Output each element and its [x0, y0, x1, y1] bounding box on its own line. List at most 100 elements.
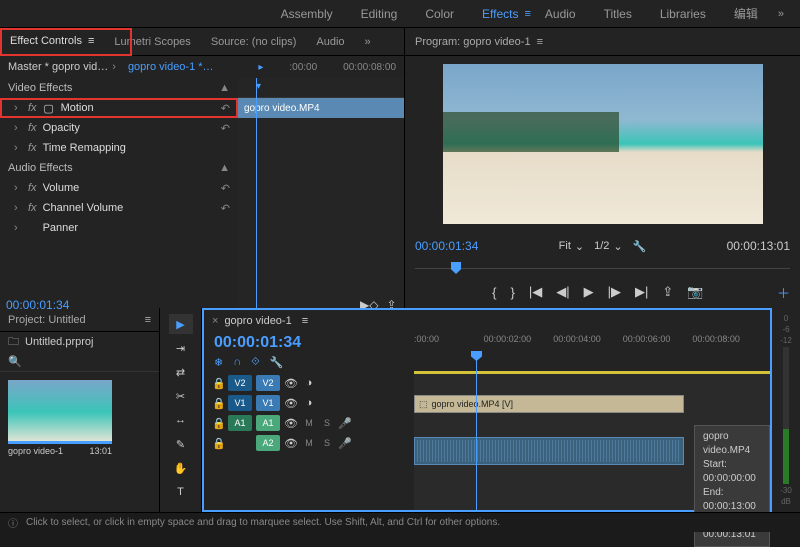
eye-icon[interactable]: 👁 — [284, 397, 298, 410]
go-next-icon[interactable]: ▶| — [635, 284, 648, 300]
step-fwd-icon[interactable]: |▶ — [608, 284, 621, 300]
fx-badge-icon[interactable]: fx — [28, 122, 37, 134]
tab-audio[interactable]: Audio — [306, 28, 354, 56]
project-item[interactable]: gopro video-1 13:01 — [8, 380, 112, 456]
chevron-right-icon[interactable]: › — [14, 102, 22, 114]
ws-assembly[interactable]: Assembly — [267, 7, 347, 21]
solo-button[interactable]: S — [320, 418, 334, 428]
hand-tool-icon[interactable]: ✋ — [169, 458, 193, 478]
fx-badge-icon[interactable]: fx — [28, 102, 37, 114]
menu-icon[interactable]: ≡ — [145, 314, 151, 326]
ws-titles[interactable]: Titles — [590, 7, 646, 21]
mute-icon[interactable]: 👁 — [284, 437, 298, 450]
ws-color[interactable]: Color — [411, 7, 468, 21]
record-icon[interactable]: 🎤 — [338, 417, 352, 430]
timeline-timecode[interactable]: 00:00:01:34 — [214, 334, 301, 352]
lock-icon[interactable]: 🔒 — [212, 397, 224, 410]
ws-libraries[interactable]: Libraries — [646, 7, 720, 21]
visibility-icon[interactable]: ◑ — [302, 397, 316, 409]
program-tab[interactable]: Program: gopro video-1 — [415, 36, 531, 48]
work-area-bar[interactable] — [414, 371, 770, 374]
track-target-v2[interactable]: V2 — [256, 375, 280, 391]
tab-effect-controls[interactable]: Effect Controls ≡ — [0, 28, 104, 56]
playhead-icon[interactable] — [451, 262, 461, 274]
effect-opacity[interactable]: › fx Opacity ↶ — [0, 118, 238, 138]
tab-lumetri-scopes[interactable]: Lumetri Scopes — [104, 28, 200, 56]
mute-icon[interactable]: 👁 — [284, 417, 298, 430]
effect-time-remapping[interactable]: › fx Time Remapping — [0, 138, 238, 158]
effect-panner[interactable]: › fx Panner — [0, 218, 238, 238]
close-icon[interactable]: × — [212, 315, 218, 327]
visibility-icon[interactable]: ◑ — [302, 377, 316, 389]
ws-editing-cn[interactable]: 编辑 — [720, 5, 772, 22]
play-icon[interactable]: ▸ — [258, 62, 263, 73]
search-icon[interactable]: 🔍 — [8, 355, 22, 368]
eye-icon[interactable]: 👁 — [284, 377, 298, 390]
effect-channel-volume[interactable]: › fx Channel Volume ↶ — [0, 198, 238, 218]
solo-button[interactable]: S — [320, 438, 334, 448]
ws-editing[interactable]: Editing — [347, 7, 412, 21]
program-timecode[interactable]: 00:00:01:34 — [415, 239, 478, 253]
effect-volume[interactable]: › fx Volume ↶ — [0, 178, 238, 198]
reset-icon[interactable]: ↶ — [221, 122, 230, 135]
track-select-tool-icon[interactable]: ⇥ — [169, 338, 193, 358]
resolution-dropdown[interactable]: 1/2⌄ — [594, 240, 623, 253]
playhead-head-icon[interactable]: ▾ — [256, 81, 261, 92]
track-v2[interactable]: V2 — [228, 375, 252, 391]
sequence-clip-link[interactable]: gopro video-1 *… — [128, 61, 214, 73]
program-scrubber[interactable] — [415, 260, 790, 276]
mute-button[interactable]: M — [302, 418, 316, 428]
fx-badge-icon[interactable]: fx — [28, 202, 37, 214]
fx-badge-icon[interactable]: fx — [28, 142, 37, 154]
mark-in-icon[interactable]: { — [492, 285, 496, 300]
project-tab[interactable]: Project: Untitled — [8, 314, 86, 326]
play-icon[interactable]: ▶ — [584, 284, 594, 300]
overflow-icon[interactable]: » — [355, 28, 381, 56]
playhead[interactable] — [256, 78, 257, 308]
step-back-icon[interactable]: ◀| — [556, 284, 569, 300]
lift-icon[interactable]: ⇪ — [662, 284, 673, 300]
menu-icon[interactable]: ≡ — [88, 35, 94, 47]
selection-tool-icon[interactable]: ▶ — [169, 314, 193, 334]
audio-clip[interactable] — [414, 437, 684, 465]
chevron-right-icon[interactable]: › — [14, 202, 22, 214]
settings-icon[interactable]: 🔧 — [270, 356, 284, 369]
menu-icon[interactable]: ≡ — [302, 315, 308, 327]
chevron-right-icon[interactable]: › — [14, 182, 22, 194]
chevron-right-icon[interactable]: › — [14, 142, 22, 154]
go-prev-icon[interactable]: |◀ — [529, 284, 542, 300]
reset-icon[interactable]: ↶ — [221, 102, 230, 115]
export-frame-icon[interactable]: 📷 — [687, 284, 703, 300]
lock-icon[interactable]: 🔒 — [212, 417, 224, 430]
record-icon[interactable]: 🎤 — [338, 437, 352, 450]
track-a1[interactable]: A1 — [228, 415, 252, 431]
track-target-v1[interactable]: V1 — [256, 395, 280, 411]
ws-effects[interactable]: Effects — [468, 7, 532, 21]
tab-source[interactable]: Source: (no clips) — [201, 28, 307, 56]
link-icon[interactable]: ⟐ — [251, 356, 260, 369]
pen-tool-icon[interactable]: ✎ — [169, 434, 193, 454]
zoom-dropdown[interactable]: Fit⌄ — [559, 240, 584, 253]
type-tool-icon[interactable]: T — [169, 482, 193, 502]
chevron-right-icon[interactable]: › — [14, 222, 22, 234]
video-clip[interactable]: ⬚ gopro video.MP4 [V] — [414, 395, 684, 413]
track-target-a1[interactable]: A1 — [256, 415, 280, 431]
add-button-icon[interactable]: ＋ — [777, 283, 790, 302]
timeline-tracks[interactable]: ⬚ gopro video.MP4 [V] gopro video.MP4 St… — [414, 371, 770, 510]
effect-timeline[interactable]: gopro video.MP4 ▾ — [238, 78, 404, 308]
chevron-right-icon[interactable]: › — [14, 122, 22, 134]
ripple-tool-icon[interactable]: ⇄ — [169, 362, 193, 382]
search-input[interactable] — [30, 356, 172, 368]
reset-icon[interactable]: ↶ — [221, 202, 230, 215]
program-viewport[interactable] — [405, 56, 800, 232]
timeline-ruler[interactable]: :00:0000:00:02:0000:00:04:0000:00:06:000… — [414, 334, 762, 354]
snap-icon[interactable]: ❄ — [214, 356, 223, 369]
fx-badge-icon[interactable]: fx — [28, 182, 37, 194]
effect-motion[interactable]: › fx ▢ Motion ↶ — [0, 98, 238, 118]
lock-icon[interactable]: 🔒 — [212, 377, 224, 390]
razor-tool-icon[interactable]: ✂ — [169, 386, 193, 406]
sequence-tab[interactable]: gopro video-1 — [224, 315, 291, 327]
ws-audio[interactable]: Audio — [531, 7, 590, 21]
playhead[interactable] — [476, 351, 477, 510]
track-v1[interactable]: V1 — [228, 395, 252, 411]
